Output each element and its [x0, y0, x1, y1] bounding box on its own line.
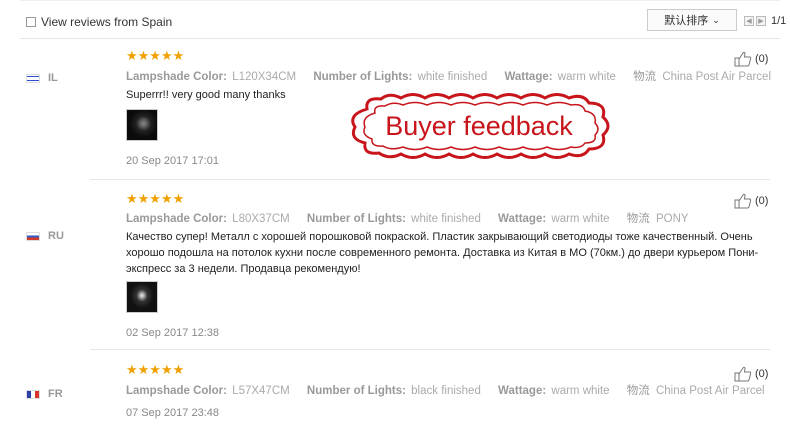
review-item: FR ★★★★★ Lampshade Color: L57X47CM Numbe… [20, 350, 780, 431]
thumbs-up-icon [734, 51, 752, 67]
review-date: 02 Sep 2017 12:38 [126, 327, 219, 339]
attr-key: Lampshade Color: [126, 213, 227, 225]
attr-key: 物流 [626, 213, 650, 225]
attr-value: L120X34CM [232, 71, 297, 83]
helpful-count: (0) [755, 368, 769, 380]
attr-key: Lampshade Color: [126, 71, 227, 83]
attr-key: Wattage: [498, 385, 547, 397]
buyer-feedback-stamp: Buyer feedback [345, 93, 613, 159]
thumbs-up-icon [734, 366, 752, 382]
star-rating: ★★★★★ [126, 191, 185, 206]
attr-key: Number of Lights: [306, 213, 406, 225]
page-indicator: 1/1 [771, 15, 787, 27]
attr-value: warm white [557, 71, 616, 83]
reviews-toolbar: View reviews from Spain 默认排序 ⌄ ◀ ▶ 1/1 [20, 0, 786, 39]
attr-value: warm white [551, 385, 610, 397]
country-code: FR [48, 388, 63, 400]
attr-value: China Post Air Parcel [662, 71, 772, 83]
review-photo-thumbnail[interactable] [126, 281, 158, 313]
review-text-line: экспресс за 3 недели. Продавца рекоменду… [126, 263, 361, 275]
pagination: ◀ ▶ 1/1 [744, 15, 786, 27]
helpful-count: (0) [755, 53, 769, 65]
helpful-button[interactable]: (0) [734, 193, 768, 209]
russia-flag-icon [26, 231, 40, 241]
review-date: 07 Sep 2017 23:48 [126, 407, 219, 419]
sort-label: 默认排序 [664, 15, 709, 27]
chevron-right-icon[interactable]: ▶ [756, 16, 766, 26]
review-date: 20 Sep 2017 17:01 [126, 155, 219, 167]
attr-value: black finished [411, 385, 481, 397]
attr-value: PONY [655, 213, 689, 225]
attr-key: Lampshade Color: [126, 385, 227, 397]
review-photo-thumbnail[interactable] [126, 109, 158, 141]
spain-filter[interactable]: View reviews from Spain [26, 15, 172, 29]
star-rating: ★★★★★ [126, 48, 185, 63]
reviewer-country: FR [26, 388, 63, 400]
thumbs-up-icon [734, 193, 752, 209]
attr-key: Number of Lights: [313, 71, 413, 83]
helpful-count: (0) [755, 195, 769, 207]
chevron-down-icon: ⌄ [712, 14, 720, 25]
review-text-line: хорошо подошла на потолок кухни после со… [126, 247, 759, 259]
country-code: RU [48, 230, 64, 242]
attr-key: Wattage: [498, 213, 547, 225]
reviewer-country: IL [26, 72, 58, 84]
country-code: IL [48, 72, 58, 84]
review-attributes: Lampshade Color: L57X47CM Number of Ligh… [126, 382, 779, 398]
attr-key: 物流 [633, 71, 657, 83]
stamp-text: Buyer feedback [385, 110, 573, 141]
spain-filter-checkbox[interactable] [26, 17, 36, 27]
chevron-left-icon[interactable]: ◀ [744, 16, 754, 26]
sort-dropdown[interactable]: 默认排序 ⌄ [647, 9, 737, 31]
review-attributes: Lampshade Color: L120X34CM Number of Lig… [126, 68, 785, 84]
attr-value: L80X37CM [232, 213, 290, 225]
france-flag-icon [26, 389, 40, 399]
attr-key: Wattage: [504, 71, 553, 83]
helpful-button[interactable]: (0) [734, 366, 768, 382]
attr-value: China Post Air Parcel [655, 385, 765, 397]
attr-value: L57X47CM [232, 385, 290, 397]
review-text-line: Качество супер! Металл с хорошей порошко… [126, 231, 753, 243]
helpful-button[interactable]: (0) [734, 51, 768, 67]
attr-key: 物流 [626, 385, 650, 397]
review-attributes: Lampshade Color: L80X37CM Number of Ligh… [126, 210, 703, 226]
top-divider [20, 0, 780, 1]
attr-value: white finished [411, 213, 481, 225]
review-text: Качество супер! Металл с хорошей порошко… [126, 229, 776, 277]
attr-key: Number of Lights: [306, 385, 406, 397]
attr-value: white finished [417, 71, 488, 83]
spain-filter-label: View reviews from Spain [41, 15, 173, 29]
israel-flag-icon [26, 73, 40, 83]
star-rating: ★★★★★ [126, 362, 185, 377]
review-item: RU ★★★★★ Lampshade Color: L80X37CM Numbe… [20, 180, 780, 350]
reviewer-country: RU [26, 230, 64, 242]
attr-value: warm white [551, 213, 610, 225]
